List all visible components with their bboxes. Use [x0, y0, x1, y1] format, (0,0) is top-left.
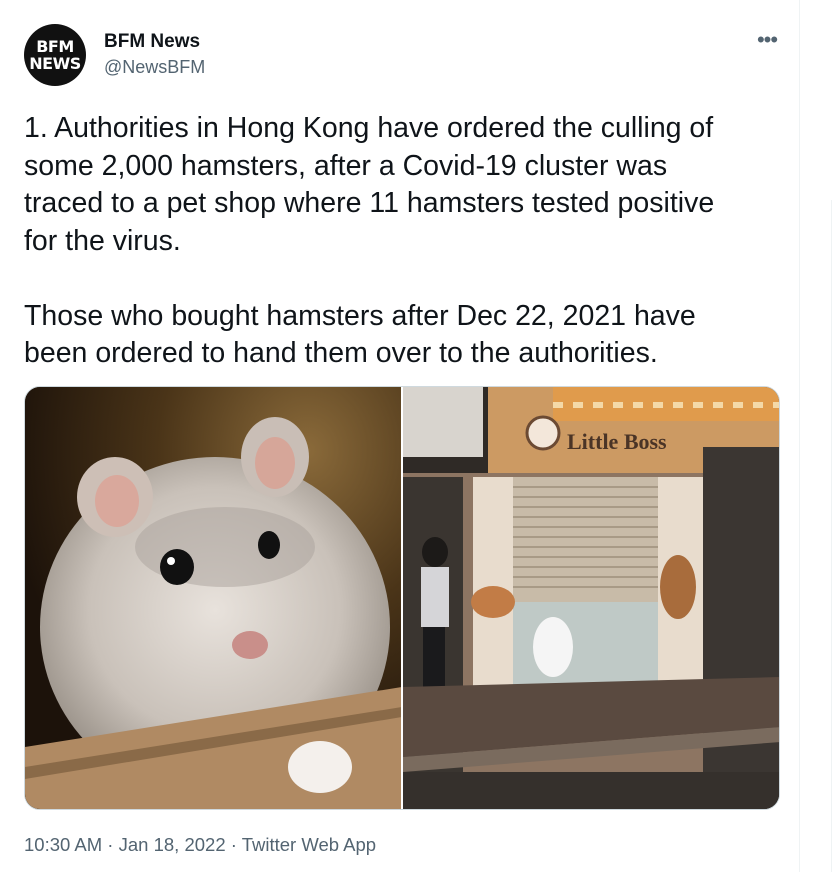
tweet-media[interactable]: Little Boss — [24, 386, 780, 810]
tweet-date[interactable]: Jan 18, 2022 — [119, 834, 226, 855]
avatar-line-1: BFM — [36, 37, 74, 56]
tweet-time[interactable]: 10:30 AM — [24, 834, 102, 855]
gutter-divider — [831, 200, 832, 872]
avatar-line-2: NEWS — [29, 54, 81, 73]
pet-shop-photo[interactable]: Little Boss — [403, 387, 779, 809]
pet-shop-illustration: Little Boss — [403, 387, 779, 809]
more-options-icon[interactable]: ••• — [752, 28, 782, 52]
hamster-illustration — [25, 387, 401, 809]
meta-separator: · — [225, 834, 242, 855]
right-gutter — [801, 0, 838, 872]
author-name[interactable]: BFM News — [104, 31, 200, 53]
tweet-meta: 10:30 AM · Jan 18, 2022 · Twitter Web Ap… — [24, 834, 376, 856]
author-handle[interactable]: @NewsBFM — [104, 57, 205, 78]
hamster-photo[interactable] — [25, 387, 401, 809]
tweet-card: BFM NEWS BFM News @NewsBFM ••• 1. Author… — [0, 0, 800, 872]
tweet-source[interactable]: Twitter Web App — [242, 834, 376, 855]
tweet-text: 1. Authorities in Hong Kong have ordered… — [24, 112, 715, 369]
meta-separator: · — [102, 834, 119, 855]
shop-sign: Little Boss — [567, 429, 667, 454]
avatar[interactable]: BFM NEWS — [24, 24, 86, 86]
